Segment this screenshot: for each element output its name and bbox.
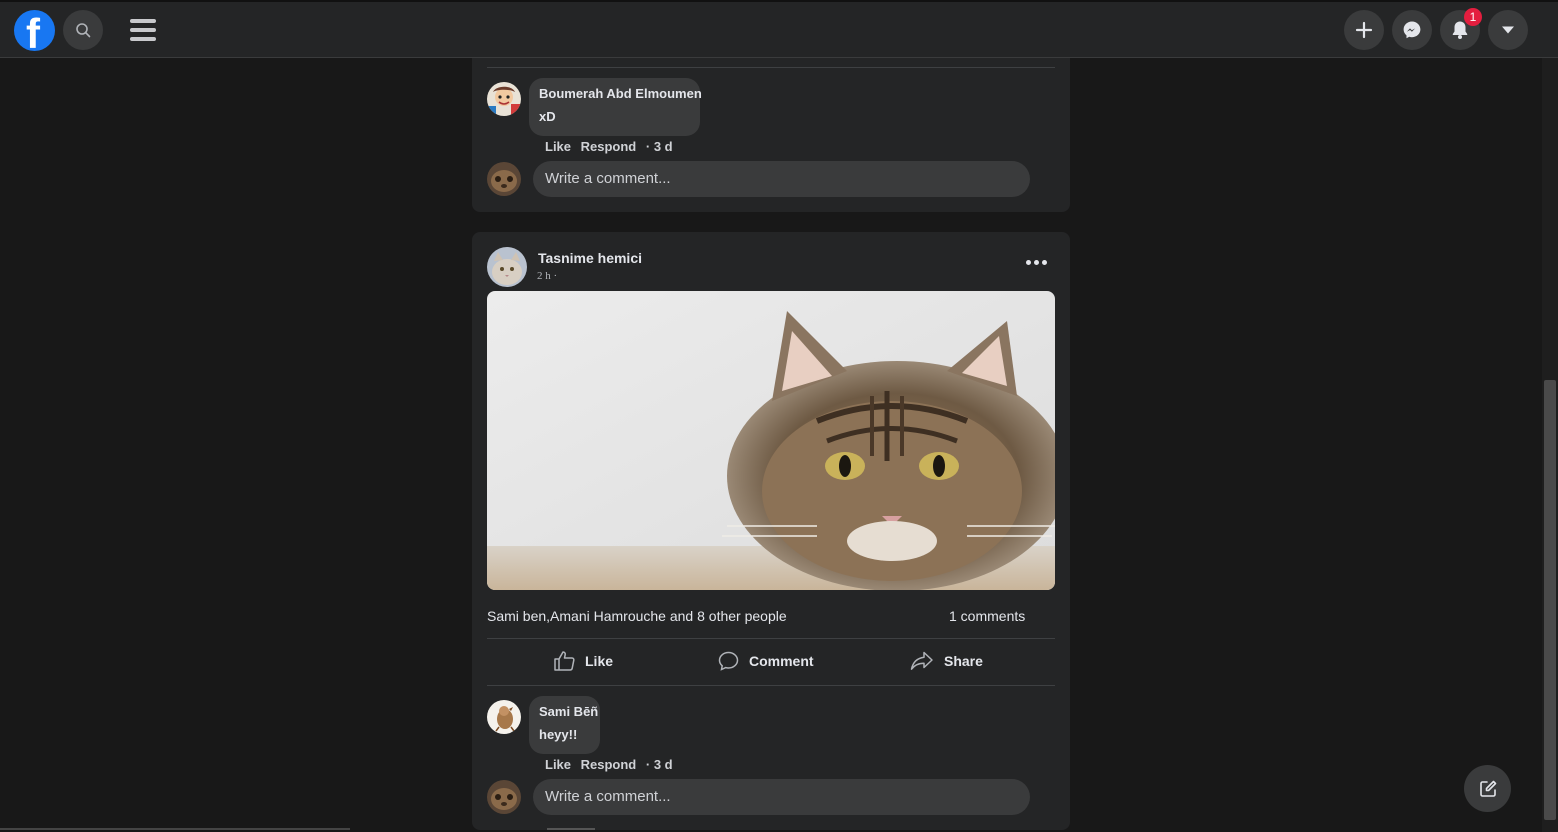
write-comment-input[interactable]: Write a comment...: [533, 779, 1030, 815]
logo-letter: f: [26, 10, 40, 52]
new-message-button[interactable]: [1464, 765, 1511, 812]
top-navigation-bar: f 1: [0, 0, 1558, 58]
reactions-summary[interactable]: Sami ben,Amani Hamrouche and 8 other peo…: [487, 608, 787, 624]
create-button[interactable]: [1344, 10, 1384, 50]
search-button[interactable]: [63, 10, 103, 50]
current-user-avatar: [487, 780, 521, 814]
comment-like-link[interactable]: Like: [545, 139, 571, 154]
write-comment-input[interactable]: Write a comment...: [533, 161, 1030, 197]
comment-icon: [718, 651, 739, 671]
comment-time: · 3 d: [645, 139, 673, 154]
compose-icon: [1479, 780, 1496, 797]
plus-icon: [1355, 21, 1373, 39]
comment-actions: Like Respond · 3 d: [545, 757, 679, 772]
post-photo[interactable]: [487, 291, 1055, 590]
comment-bubble: Boumerah Abd Elmoumen xD: [529, 78, 702, 136]
post-author-name[interactable]: Tasnime hemici: [538, 250, 642, 266]
share-icon: [910, 651, 933, 670]
facebook-logo-icon[interactable]: f: [14, 10, 55, 51]
messenger-icon: [1403, 21, 1421, 39]
thumbs-up-icon: [554, 651, 575, 671]
current-user-avatar: [487, 162, 521, 196]
share-button[interactable]: Share: [910, 651, 983, 671]
share-button-label: Share: [944, 653, 983, 669]
horizontal-scrollbar: [0, 828, 350, 830]
like-button[interactable]: Like: [553, 651, 613, 671]
scrollbar-thumb[interactable]: [1544, 380, 1556, 820]
comment-like-link[interactable]: Like: [545, 757, 571, 772]
more-options-icon[interactable]: [1026, 260, 1047, 265]
commenter-avatar[interactable]: [487, 700, 521, 734]
messenger-button[interactable]: [1392, 10, 1432, 50]
actions-divider-top: [487, 638, 1055, 639]
search-icon: [76, 23, 91, 38]
comment-author[interactable]: Boumerah Abd Elmoumen: [539, 86, 702, 101]
caret-down-icon: [1502, 26, 1514, 34]
post-author-avatar[interactable]: [487, 247, 527, 287]
like-button-label: Like: [585, 653, 614, 669]
comment-button[interactable]: Comment: [718, 651, 814, 671]
scroll-indicator: [547, 828, 595, 830]
comment-bubble: Sami Bēñ heyy!!: [529, 696, 600, 754]
account-menu-button[interactable]: [1488, 10, 1528, 50]
actions-divider-bottom: [487, 685, 1055, 686]
comments-count[interactable]: 1 comments: [949, 608, 1025, 624]
comment-time: · 3 d: [645, 757, 673, 772]
commenter-avatar[interactable]: [487, 82, 521, 116]
post-divider: [487, 67, 1055, 68]
hamburger-menu-icon[interactable]: [130, 19, 156, 41]
comment-text: xD: [539, 109, 556, 124]
notification-badge: 1: [1464, 8, 1482, 26]
comment-actions: Like Respond · 3 d: [545, 139, 679, 154]
post-timestamp[interactable]: 2 h ·: [537, 270, 557, 282]
comment-respond-link[interactable]: Respond: [581, 139, 637, 154]
comment-respond-link[interactable]: Respond: [581, 757, 637, 772]
comment-button-label: Comment: [749, 653, 814, 669]
comment-author[interactable]: Sami Bēñ: [539, 704, 598, 719]
comment-text: heyy!!: [539, 727, 578, 742]
